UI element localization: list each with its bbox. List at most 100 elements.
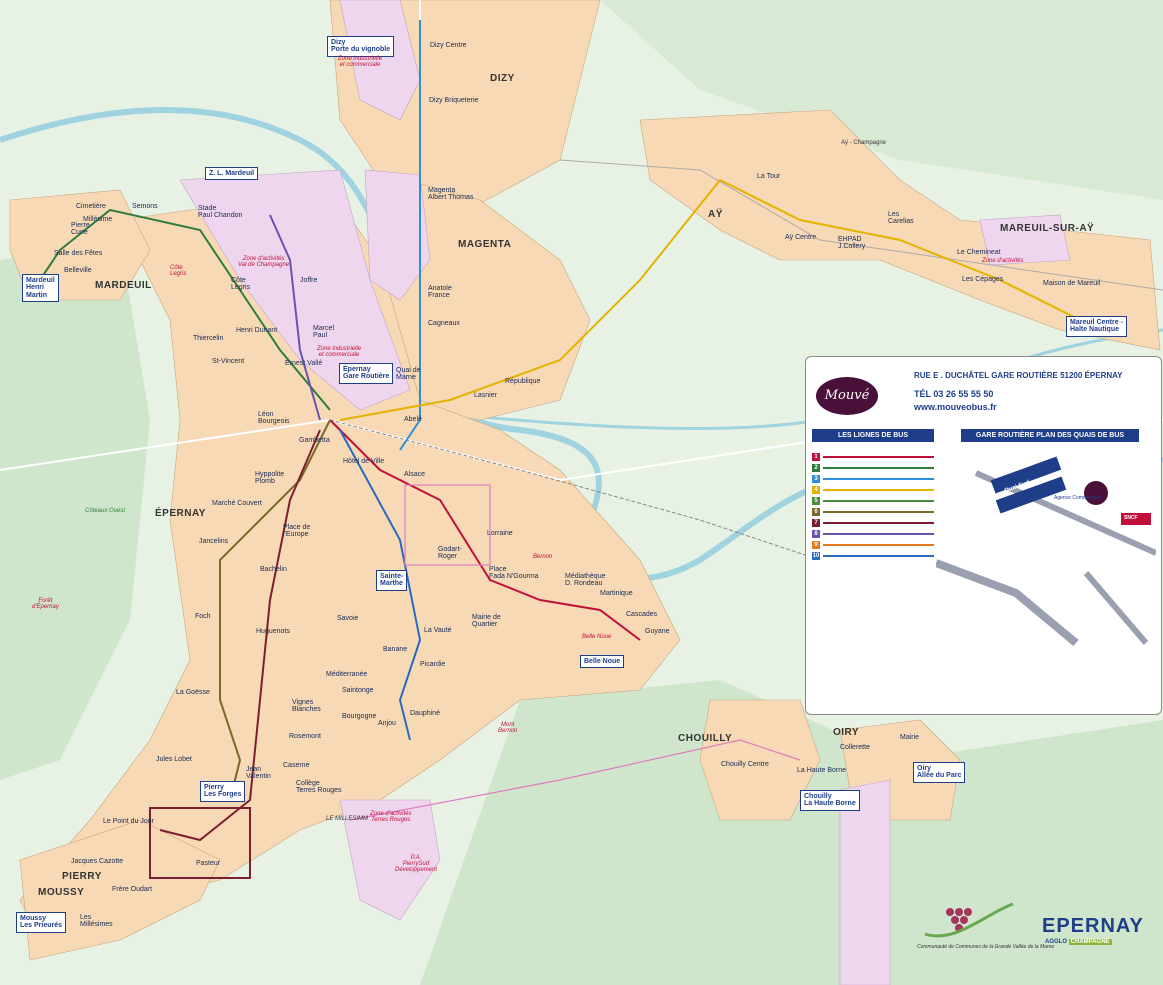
stop-label[interactable]: Côte Legris [231,277,250,291]
line-badge: 3 [812,474,820,483]
stop-label[interactable]: Henri Dunant [236,327,277,334]
stop-label[interactable]: Belleville [64,267,92,274]
stop-label[interactable]: La Goësse [176,689,210,696]
stop-label[interactable]: Rosemont [289,733,321,740]
terminal-belle-noue[interactable]: Belle Noue [580,655,625,669]
stop-label[interactable]: Salle des Fêtes [54,250,102,257]
stop-label[interactable]: Lorraine [487,530,513,537]
terminal-sainte-marthe[interactable]: Sainte- Marthe [376,570,408,591]
stop-label[interactable]: Gambetta [299,437,330,444]
stop-label[interactable]: Léon Bourgeois [258,411,290,425]
stop-label[interactable]: Marché Couvert [212,500,262,507]
stop-label[interactable]: St-Vincent [212,358,244,365]
stop-label[interactable]: Ernest Vallé [285,360,322,367]
stop-label[interactable]: Godart- Roger [438,546,462,560]
stop-label[interactable]: Foch [195,613,211,620]
terminal-gare-routiere[interactable]: Épernay Gare Routière [339,363,394,384]
stop-label[interactable]: EHPAD J.Collery [838,236,865,250]
terminal-chouilly[interactable]: Chouilly La Haute Borne [800,790,860,811]
info-panel: Mouvé RUE E . DUCHÂTEL GARE ROUTIÈRE 512… [805,356,1162,715]
terminal-moussy[interactable]: Moussy Les Prieurés [16,912,67,933]
line-color-bar [823,455,934,458]
stop-label[interactable]: Stade Paul Chandon [198,205,242,219]
stop-label[interactable]: Maison de Mareuil [1043,280,1100,287]
stop-label[interactable]: Saintonge [342,687,374,694]
stop-label[interactable]: Pasteur [196,860,220,867]
phone-text[interactable]: TÉL 03 26 55 55 50 [914,389,993,399]
stop-label[interactable]: Jancelins [199,538,228,545]
stop-label[interactable]: Cascades [626,611,657,618]
stop-label[interactable]: Thiercelin [193,335,223,342]
line-color-bar [823,466,934,469]
stop-label[interactable]: Anjou [378,720,396,727]
stop-label[interactable]: La Haute Borne [797,767,846,774]
town-mareuil: MAREUIL-SUR-AŸ [1000,223,1095,234]
stop-label[interactable]: Médiathèque D. Rondeau [565,573,605,587]
stop-label[interactable]: Guyane [645,628,670,635]
stop-label[interactable]: Frère Oudart [112,886,152,893]
town-moussy: MOUSSY [38,887,85,898]
stop-label[interactable]: République [505,378,540,385]
stop-label[interactable]: Jean Valentin [246,766,271,780]
stop-label[interactable]: Cimetière [76,203,106,210]
line-color-bar [823,543,934,546]
stop-label[interactable]: Quai de Marne [396,367,421,381]
stop-label[interactable]: Marcel Paul [313,325,334,339]
stop-label[interactable]: Caserne [283,762,309,769]
stop-label[interactable]: Dauphiné [410,710,440,717]
stop-label[interactable]: Aÿ Centre [785,234,816,241]
town-mardeuil: MARDEUIL [95,280,152,291]
stop-label[interactable]: Magenta Albert Thomas [428,187,473,201]
stop-label[interactable]: Hyppolite Plomb [255,471,284,485]
stop-label[interactable]: Picardie [420,661,445,668]
stop-label[interactable]: Banane [383,646,407,653]
town-epernay: ÉPERNAY [155,508,206,519]
stop-label[interactable]: Vignes Blanches [292,699,321,713]
stop-label[interactable]: Le Point du Jour [103,818,154,825]
stop-label[interactable]: Savoie [337,615,358,622]
legend-row: 5 [812,495,934,506]
stop-label[interactable]: Abelé [404,416,422,423]
stop-label[interactable]: Les Carelias [888,211,914,225]
quais-header-part1: GARE ROUTIÈRE [975,432,1035,439]
stop-label[interactable]: Place Fada N'Gourma [489,566,539,580]
stop-label[interactable]: Huguenots [256,628,290,635]
stop-label[interactable]: Dizy Briqueterie [429,97,478,104]
stop-label[interactable]: Dizy Centre [430,42,467,49]
stop-label[interactable]: Joffre [300,277,317,284]
stop-label[interactable]: Pierre Curie [71,222,90,236]
stop-label[interactable]: Les Cépages [962,276,1003,283]
stop-label[interactable]: Place de l'Europe [283,524,310,538]
stop-label[interactable]: Le Chemineat [957,249,1001,256]
stop-label[interactable]: Collège Terres Rouges [296,780,342,794]
terminal-oiry[interactable]: Oiry Allée du Parc [913,762,966,783]
stop-label[interactable]: Jacques Cazotte [71,858,123,865]
place-label: Belle Noue [582,634,612,640]
stop-label[interactable]: Bachelin [260,566,287,573]
stop-label[interactable]: Alsace [404,471,425,478]
stop-label[interactable]: Les Millésimes [80,914,113,928]
stop-label[interactable]: Mairie [900,734,919,741]
stop-label[interactable]: Chouilly Centre [721,761,769,768]
stop-label[interactable]: Collerette [840,744,870,751]
stop-label[interactable]: Jules Lobet [156,756,192,763]
stop-label[interactable]: Anatole France [428,285,452,299]
terminal-zl-mardeuil[interactable]: Z. L. Mardeuil [205,167,259,181]
stop-label[interactable]: Mairie de Quartier [472,614,501,628]
stop-label[interactable]: La Tour [757,173,780,180]
stop-label[interactable]: Lasnier [474,392,497,399]
stop-label[interactable]: Cagneaux [428,320,460,327]
stop-label[interactable]: Semons [132,203,158,210]
terminal-mareuil[interactable]: Mareuil Centre - Halte Nautique [1066,316,1127,337]
sncf-label: SNCF [1124,515,1138,521]
terminal-mardeuil[interactable]: Mardeuil Henri Martin [22,274,59,303]
stop-label[interactable]: Méditerranée [326,671,367,678]
stop-label[interactable]: Hôtel de Ville [343,458,384,465]
terminal-dizy[interactable]: Dizy Porte du vignoble [327,36,395,57]
stop-label[interactable]: Martinique [600,590,633,597]
stop-label[interactable]: Bourgogne [342,713,376,720]
quais-header-part2: PLAN DES QUAIS DE BUS [1036,432,1125,439]
stop-label[interactable]: La Vauté [424,627,452,634]
terminal-pierry[interactable]: Pierry Les Forges [200,781,246,802]
website-link[interactable]: www.mouveobus.fr [914,402,997,412]
